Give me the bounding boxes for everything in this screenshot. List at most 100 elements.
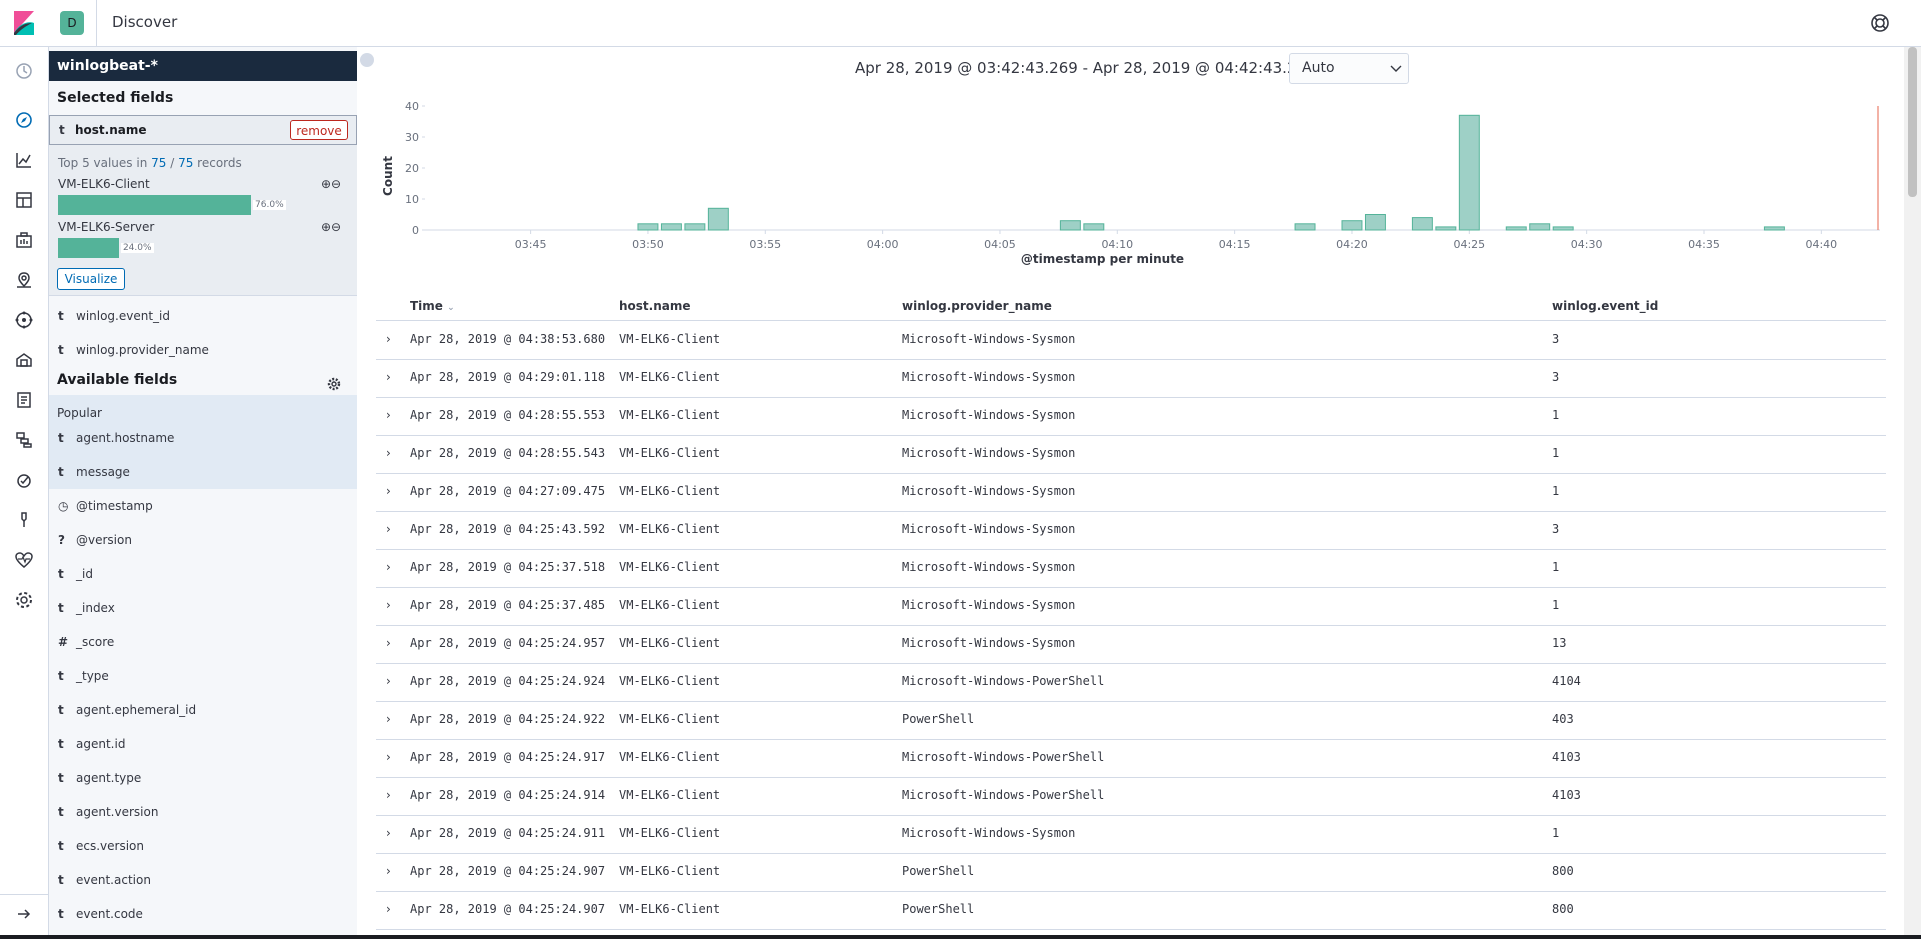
uptime-icon[interactable] [14,470,34,490]
table-row[interactable]: › Apr 28, 2019 @ 04:28:55.553 VM-ELK6-Clie… [376,397,1886,436]
expand-nav-icon[interactable] [14,904,34,924]
expand-row-icon[interactable]: › [386,902,391,916]
table-row[interactable]: › Apr 28, 2019 @ 04:25:24.922 VM-ELK6-Clie… [376,701,1886,740]
dev-tools-icon[interactable] [14,510,34,530]
available-field-row[interactable]: t agent.version [49,795,357,829]
dashboard-icon[interactable] [14,190,34,210]
gear-icon[interactable] [327,377,341,391]
cell-time: Apr 28, 2019 @ 04:29:01.118 [410,370,606,384]
expand-row-icon[interactable]: › [386,522,391,536]
histogram-chart[interactable]: 0 10 20 30 40 03:45 03:50 03:55 04:00 04:05 04:10 0… [380,96,1880,276]
x-tick-label: 04:30 [1571,238,1603,251]
cell-event-id: 1 [1552,598,1560,612]
table-row[interactable]: › Apr 28, 2019 @ 04:38:53.680 VM-ELK6-Clie… [376,321,1886,360]
histogram-bar [684,223,706,231]
table-row[interactable]: › Apr 28, 2019 @ 04:25:24.911 VM-ELK6-Clie… [376,815,1886,854]
table-row[interactable]: › Apr 28, 2019 @ 04:25:24.914 VM-ELK6-Clie… [376,777,1886,816]
expand-row-icon[interactable]: › [386,598,391,612]
column-header-host-name[interactable]: host.name [619,299,691,313]
expand-row-icon[interactable]: › [386,864,391,878]
expand-row-icon[interactable]: › [386,408,391,422]
available-field-row[interactable]: # _score [49,625,357,659]
monitoring-icon[interactable] [14,550,34,570]
available-field-row[interactable]: t _index [49,591,357,625]
discover-icon[interactable] [14,110,34,130]
available-fields-heading: Available fields [57,372,178,388]
cell-host-name: VM-ELK6-Client [619,446,721,460]
selected-field-row[interactable]: t winlog.provider_name [49,333,357,367]
available-field-row[interactable]: ◷ @timestamp [49,489,357,523]
index-pattern-selector[interactable]: winlogbeat-* [49,51,357,81]
canvas-icon[interactable] [14,230,34,250]
table-row[interactable]: › Apr 28, 2019 @ 04:25:37.518 VM-ELK6-Clie… [376,549,1886,588]
table-row[interactable]: › Apr 28, 2019 @ 04:29:01.118 VM-ELK6-Clie… [376,359,1886,398]
available-field-row[interactable]: t ecs.version [49,829,357,863]
scrollbar-thumb[interactable] [1908,47,1917,197]
nav-rail [0,47,49,939]
visualize-icon[interactable] [14,150,34,170]
expand-row-icon[interactable]: › [386,712,391,726]
management-icon[interactable] [14,590,34,610]
table-row[interactable]: › Apr 28, 2019 @ 04:25:24.907 VM-ELK6-Clie… [376,891,1886,930]
table-row[interactable]: › Apr 28, 2019 @ 04:28:55.543 VM-ELK6-Clie… [376,435,1886,474]
expand-row-icon[interactable]: › [386,674,391,688]
cell-host-name: VM-ELK6-Client [619,902,721,916]
cell-time: Apr 28, 2019 @ 04:25:24.907 [410,902,606,916]
help-menu-icon[interactable] [1870,13,1890,33]
available-field-row[interactable]: t event.code [49,897,357,931]
available-field-row[interactable]: t _type [49,659,357,693]
table-row[interactable]: › Apr 28, 2019 @ 04:25:24.917 VM-ELK6-Clie… [376,739,1886,778]
expand-row-icon[interactable]: › [386,370,391,384]
expand-row-icon[interactable]: › [386,636,391,650]
filter-value-icons[interactable]: ⊕⊖ [321,177,341,191]
table-row[interactable]: › Apr 28, 2019 @ 04:25:24.957 VM-ELK6-Clie… [376,625,1886,664]
expand-row-icon[interactable]: › [386,750,391,764]
field-type-icon: # [58,635,69,649]
cell-event-id: 1 [1552,826,1560,840]
space-avatar[interactable]: D [60,11,84,35]
selected-field-row[interactable]: t winlog.event_id [49,299,357,333]
histogram-bar [637,223,659,231]
kibana-logo-icon[interactable] [12,11,36,35]
infrastructure-icon[interactable] [14,350,34,370]
selected-field-host-name[interactable]: t host.name remove [49,115,357,145]
expand-row-icon[interactable]: › [386,446,391,460]
available-field-row[interactable]: t agent.id [49,727,357,761]
column-header-event-id[interactable]: winlog.event_id [1552,299,1658,313]
available-field-row[interactable]: t agent.type [49,761,357,795]
y-tick-label: 0 [412,224,419,237]
maps-icon[interactable] [14,270,34,290]
expand-row-icon[interactable]: › [386,484,391,498]
available-field-row[interactable]: t event.action [49,863,357,897]
string-type-icon: t [59,123,65,137]
cell-time: Apr 28, 2019 @ 04:25:24.911 [410,826,606,840]
available-field-row[interactable]: t _id [49,557,357,591]
apm-icon[interactable] [14,430,34,450]
table-row[interactable]: › Apr 28, 2019 @ 04:25:43.592 VM-ELK6-Clie… [376,511,1886,550]
popular-field-row[interactable]: t agent.hostname [49,421,357,455]
filter-value-icons[interactable]: ⊕⊖ [321,220,341,234]
available-field-row[interactable]: t agent.ephemeral_id [49,693,357,727]
expand-row-icon[interactable]: › [386,332,391,346]
cell-event-id: 4104 [1552,674,1581,688]
expand-row-icon[interactable]: › [386,788,391,802]
expand-row-icon[interactable]: › [386,826,391,840]
table-row[interactable]: › Apr 28, 2019 @ 04:25:24.907 VM-ELK6-Clie… [376,853,1886,892]
collapse-sidebar-icon[interactable] [360,53,374,67]
visualize-button[interactable]: Visualize [57,268,125,290]
logs-icon[interactable] [14,390,34,410]
column-header-time[interactable]: Time ⌄ [410,299,455,313]
column-header-provider-name[interactable]: winlog.provider_name [902,299,1052,313]
remove-field-button[interactable]: remove [290,120,348,140]
cell-event-id: 13 [1552,636,1567,650]
popular-field-row[interactable]: t message [49,455,357,489]
field-name: _type [76,669,109,683]
expand-row-icon[interactable]: › [386,560,391,574]
machine-learning-icon[interactable] [14,310,34,330]
interval-select[interactable]: Auto [1289,53,1409,84]
table-row[interactable]: › Apr 28, 2019 @ 04:25:37.485 VM-ELK6-Clie… [376,587,1886,626]
available-field-row[interactable]: ? @version [49,523,357,557]
table-row[interactable]: › Apr 28, 2019 @ 04:25:24.924 VM-ELK6-Clie… [376,663,1886,702]
recently-viewed-icon[interactable] [14,61,34,81]
table-row[interactable]: › Apr 28, 2019 @ 04:27:09.475 VM-ELK6-Clie… [376,473,1886,512]
